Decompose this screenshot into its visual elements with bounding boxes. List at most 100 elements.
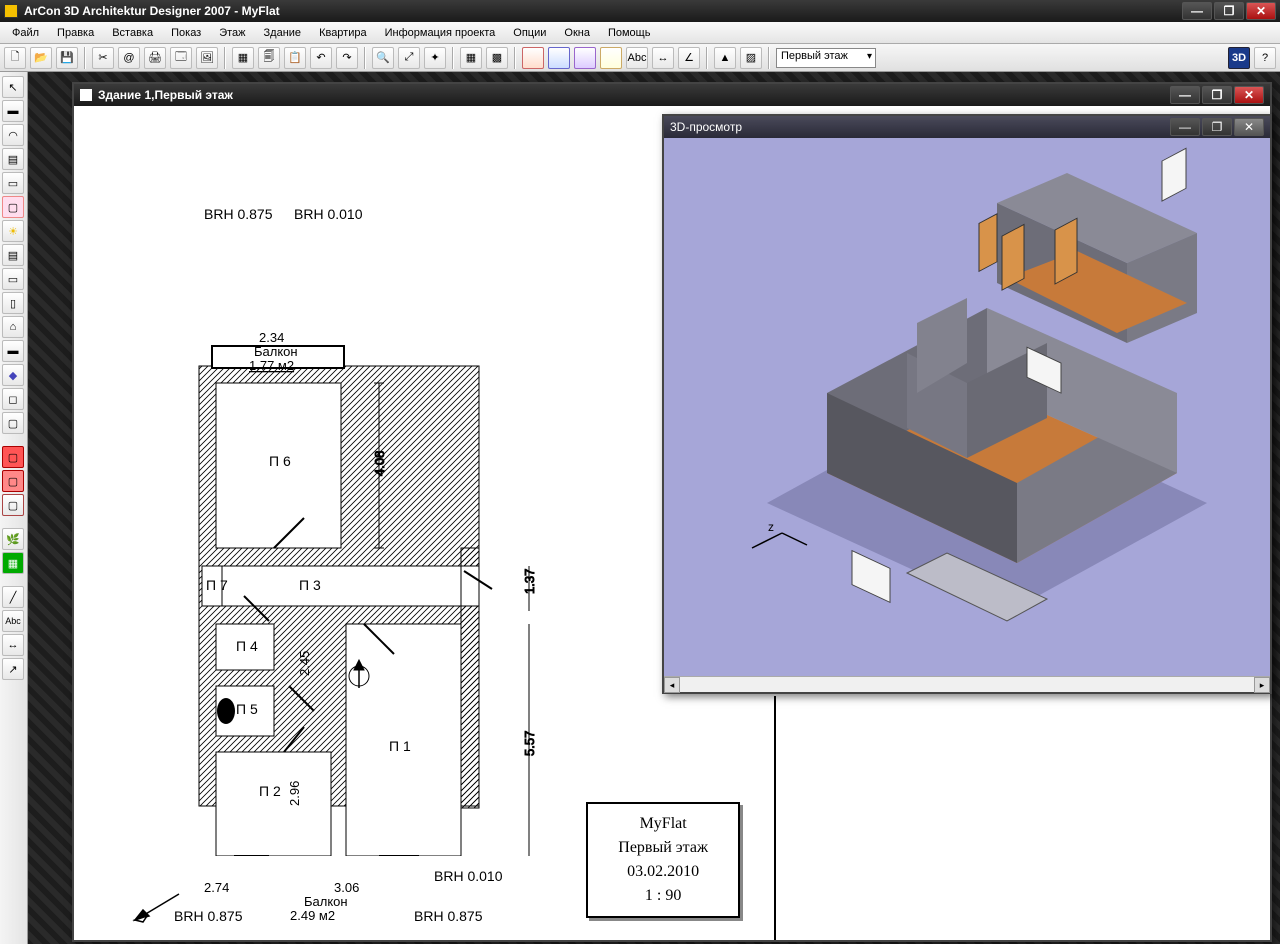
preview-maximize-button[interactable]: ❐ bbox=[1202, 118, 1232, 136]
text-tool-icon[interactable]: Abc bbox=[2, 610, 24, 632]
mode-3d-button[interactable]: 3D bbox=[1228, 47, 1250, 69]
info-date: 03.02.2010 bbox=[618, 860, 708, 884]
menu-file[interactable]: Файл bbox=[4, 24, 47, 42]
snap-icon[interactable]: ▩ bbox=[486, 47, 508, 69]
left-toolbar: ↖ ▬ ◠ ▤ ▭ ▢ ☀ ▤ ▭ ▯ ⌂ ▬ ◆ ◻ ▢ ▢ ▢ ▢ 🌿 ▦ … bbox=[0, 72, 28, 944]
preview-icon[interactable]: 🗔 bbox=[170, 47, 192, 69]
door-icon[interactable]: ▢ bbox=[2, 412, 24, 434]
floor-dropdown[interactable]: Первый этаж bbox=[776, 48, 876, 68]
menu-help[interactable]: Помощь bbox=[600, 24, 659, 42]
menu-floor[interactable]: Этаж bbox=[211, 24, 253, 42]
floor-plan: П 6 П 7 П 3 П 4 П 5 П 2 П 1 2.34 Балкон … bbox=[124, 216, 554, 856]
dim-245: 2.45 bbox=[297, 651, 312, 676]
dimension-icon[interactable]: ↔ bbox=[652, 47, 674, 69]
info-project: MyFlat bbox=[618, 812, 708, 836]
menu-building[interactable]: Здание bbox=[256, 24, 310, 42]
close-button[interactable]: ✕ bbox=[1246, 2, 1276, 20]
measure-icon[interactable]: ↗ bbox=[2, 658, 24, 680]
hatch-icon[interactable]: ▨ bbox=[740, 47, 762, 69]
open-icon[interactable]: 📂 bbox=[30, 47, 52, 69]
doc-close-button[interactable]: ✕ bbox=[1234, 86, 1264, 104]
column-icon[interactable]: ▯ bbox=[2, 292, 24, 314]
beam-icon[interactable]: ▬ bbox=[2, 340, 24, 362]
redo-icon[interactable]: ↷ bbox=[336, 47, 358, 69]
copy-icon[interactable]: 🗐 bbox=[258, 47, 280, 69]
balcony-bottom-area: 2.49 м2 bbox=[290, 908, 335, 923]
info-scale: 1 : 90 bbox=[618, 884, 708, 908]
mail-icon[interactable]: @ bbox=[118, 47, 140, 69]
print-icon[interactable]: 🖨 bbox=[144, 47, 166, 69]
dim-296: 2.96 bbox=[287, 781, 302, 806]
zoom-fit-icon[interactable]: ⤢ bbox=[398, 47, 420, 69]
plant-icon[interactable]: 🌿 bbox=[2, 528, 24, 550]
maximize-button[interactable]: ❐ bbox=[1214, 2, 1244, 20]
balcony-top-name: Балкон bbox=[254, 344, 298, 359]
wall-type-icon[interactable]: ▤ bbox=[2, 148, 24, 170]
preview-titlebar: 3D-просмотр — ❐ ✕ bbox=[664, 116, 1270, 138]
compass-icon[interactable]: ✦ bbox=[424, 47, 446, 69]
stairs-icon[interactable]: ▤ bbox=[2, 244, 24, 266]
color1-icon[interactable] bbox=[522, 47, 544, 69]
wall-icon[interactable]: ▬ bbox=[2, 100, 24, 122]
text-icon[interactable]: Abc bbox=[626, 47, 648, 69]
menubar: Файл Правка Вставка Показ Этаж Здание Кв… bbox=[0, 22, 1280, 44]
doc-minimize-button[interactable]: — bbox=[1170, 86, 1200, 104]
arc-wall-icon[interactable]: ◠ bbox=[2, 124, 24, 146]
balcony-top-area: 1.77 м2 bbox=[249, 358, 294, 373]
menu-edit[interactable]: Правка bbox=[49, 24, 102, 42]
scroll-right-icon[interactable]: ▸ bbox=[1254, 677, 1270, 693]
preview-close-button[interactable]: ✕ bbox=[1234, 118, 1264, 136]
dim-274: 2.74 bbox=[204, 880, 229, 895]
opening-icon[interactable]: ▢ bbox=[2, 494, 24, 516]
floor-dropdown-value: Первый этаж bbox=[781, 50, 848, 62]
sun-icon[interactable]: ☀ bbox=[2, 220, 24, 242]
new-icon[interactable]: 🗋 bbox=[4, 47, 26, 69]
picture-icon[interactable]: 🖼 bbox=[196, 47, 218, 69]
color2-icon[interactable] bbox=[548, 47, 570, 69]
preview-minimize-button[interactable]: — bbox=[1170, 118, 1200, 136]
pointer-icon[interactable]: ▲ bbox=[714, 47, 736, 69]
preview-h-scrollbar[interactable]: ◂ ▸ bbox=[664, 676, 1270, 692]
menu-project-info[interactable]: Информация проекта bbox=[377, 24, 504, 42]
help-pointer-icon[interactable]: ? bbox=[1254, 47, 1276, 69]
minimize-button[interactable]: — bbox=[1182, 2, 1212, 20]
undo-icon[interactable]: ↶ bbox=[310, 47, 332, 69]
building-3d: z bbox=[707, 143, 1227, 623]
menu-options[interactable]: Опции bbox=[505, 24, 554, 42]
select-icon[interactable]: ↖ bbox=[2, 76, 24, 98]
menu-view[interactable]: Показ bbox=[163, 24, 209, 42]
scroll-left-icon[interactable]: ◂ bbox=[664, 677, 680, 693]
zoom-icon[interactable]: 🔍 bbox=[372, 47, 394, 69]
dim-tool-icon[interactable]: ↔ bbox=[2, 634, 24, 656]
label-p1: П 1 bbox=[389, 738, 411, 754]
color3-icon[interactable] bbox=[574, 47, 596, 69]
doc-maximize-button[interactable]: ❐ bbox=[1202, 86, 1232, 104]
door-red-icon[interactable]: ▢ bbox=[2, 446, 24, 468]
layers-icon[interactable]: ▦ bbox=[232, 47, 254, 69]
preview-title-text: 3D-просмотр bbox=[670, 120, 742, 134]
color4-icon[interactable] bbox=[600, 47, 622, 69]
menu-insert[interactable]: Вставка bbox=[104, 24, 161, 42]
menu-apartment[interactable]: Квартира bbox=[311, 24, 375, 42]
window-red-icon[interactable]: ▢ bbox=[2, 470, 24, 492]
roof-icon[interactable]: ⌂ bbox=[2, 316, 24, 338]
paste-icon[interactable]: 📋 bbox=[284, 47, 306, 69]
save-icon[interactable]: 💾 bbox=[56, 47, 78, 69]
slab-icon[interactable]: ▭ bbox=[2, 268, 24, 290]
terrain-icon[interactable]: ▦ bbox=[2, 552, 24, 574]
line-icon[interactable]: ╱ bbox=[2, 586, 24, 608]
info-box: MyFlat Первый этаж 03.02.2010 1 : 90 bbox=[586, 802, 740, 918]
furniture-icon[interactable]: ◻ bbox=[2, 388, 24, 410]
angle-icon[interactable]: ∠ bbox=[678, 47, 700, 69]
menu-windows[interactable]: Окна bbox=[556, 24, 598, 42]
label-p4: П 4 bbox=[236, 638, 258, 654]
object-icon[interactable]: ◆ bbox=[2, 364, 24, 386]
grid-icon[interactable]: ▦ bbox=[460, 47, 482, 69]
preview-viewport[interactable]: z bbox=[664, 138, 1270, 676]
info-floor: Первый этаж bbox=[618, 836, 708, 860]
room-icon[interactable]: ▢ bbox=[2, 196, 24, 218]
app-titlebar: ArCon 3D Architektur Designer 2007 - MyF… bbox=[0, 0, 1280, 22]
floor-icon[interactable]: ▭ bbox=[2, 172, 24, 194]
app-icon bbox=[4, 4, 18, 18]
cut-icon[interactable]: ✂ bbox=[92, 47, 114, 69]
